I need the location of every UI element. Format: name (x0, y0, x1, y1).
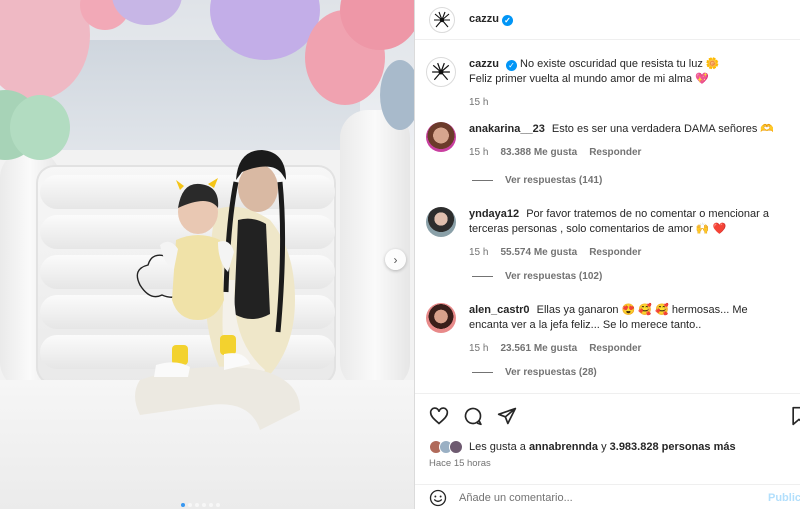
mother-and-baby-figure (135, 150, 300, 430)
comment-input[interactable] (459, 491, 749, 504)
likes-user[interactable]: annabrennda (529, 441, 598, 453)
commenter-avatar[interactable] (426, 122, 456, 152)
comment-username[interactable]: anakarina__23 (469, 123, 545, 135)
comment-likes[interactable]: 55.574 Me gusta (500, 245, 577, 260)
likes-count[interactable]: 3.983.828 personas más (610, 441, 736, 453)
view-replies-label[interactable]: Ver respuestas (102) (505, 271, 602, 282)
post-header: cazzu ✓ (415, 0, 800, 40)
chevron-right-icon: › (393, 252, 398, 267)
verified-badge-icon: ✓ (505, 60, 517, 71)
smiley-icon[interactable] (429, 489, 447, 507)
post-time-ago[interactable]: Hace 15 horas (429, 458, 491, 469)
carousel-next-button[interactable]: › (385, 249, 406, 270)
carousel-dot (209, 503, 213, 507)
liker-avatars (429, 440, 463, 454)
caption-line-1: No existe oscuridad que resista tu luz 🌼 (520, 58, 720, 70)
carousel-dot (216, 503, 220, 507)
author-username[interactable]: cazzu ✓ (469, 13, 513, 26)
spider-logo-icon (432, 62, 450, 81)
comment-username[interactable]: alen_castr0 (469, 304, 530, 316)
reply-button[interactable]: Responder (589, 245, 641, 260)
caption-line-2: Feliz primer vuelta al mundo amor de mi … (469, 73, 709, 85)
caption-author-avatar[interactable] (426, 57, 456, 87)
post-actions: Les gusta a annabrennda y 3.983.828 pers… (415, 393, 800, 509)
view-replies-button[interactable]: Ver respuestas (28) (472, 367, 597, 378)
commenter-avatar[interactable] (426, 303, 456, 333)
likes-summary[interactable]: Les gusta a annabrennda y 3.983.828 pers… (429, 440, 736, 454)
comment-time[interactable]: 15 h (469, 245, 488, 260)
comment-time[interactable]: 15 h (469, 145, 488, 160)
post-side-panel: cazzu ✓ cazzu ✓ No existe oscuridad que re… (414, 0, 800, 509)
balloon (10, 95, 70, 160)
comment-item: alen_castr0 Ellas ya ganaron 😍 🥰 🥰 hermo… (426, 303, 796, 356)
heart-icon[interactable] (429, 406, 449, 426)
comment-item: anakarina__23 Esto es ser una verdadera … (426, 122, 796, 160)
comment-time[interactable]: 15 h (469, 341, 488, 356)
bookmark-icon[interactable] (789, 406, 800, 426)
spider-logo-icon (434, 11, 450, 27)
view-replies-button[interactable]: Ver respuestas (102) (472, 271, 602, 282)
carousel-indicator (181, 503, 220, 507)
liker-avatar (449, 440, 463, 454)
divider-line (472, 180, 493, 181)
view-replies-button[interactable]: Ver respuestas (141) (472, 175, 602, 186)
caption-username[interactable]: cazzu (469, 58, 499, 70)
carousel-dot (188, 503, 192, 507)
view-replies-label[interactable]: Ver respuestas (141) (505, 175, 602, 186)
commenter-avatar[interactable] (426, 207, 456, 237)
comment-text: Esto es ser una verdadera DAMA señores 🫶 (551, 123, 775, 135)
carousel-dot (195, 503, 199, 507)
view-replies-label[interactable]: Ver respuestas (28) (505, 367, 597, 378)
comment-bubble-icon[interactable] (463, 406, 483, 426)
author-username-text[interactable]: cazzu (469, 13, 499, 25)
carousel-dot (181, 503, 185, 507)
likes-prefix: Les gusta a (469, 441, 526, 453)
carousel-dot (202, 503, 206, 507)
comment-username[interactable]: yndaya12 (469, 208, 519, 220)
balloon (380, 60, 414, 130)
reply-button[interactable]: Responder (589, 145, 641, 160)
comment-item: yndaya12 Por favor tratemos de no coment… (426, 207, 796, 260)
publish-button[interactable]: Publicar (768, 492, 800, 504)
comment-likes[interactable]: 23.561 Me gusta (500, 341, 577, 356)
paper-plane-icon[interactable] (497, 406, 517, 426)
caption-time[interactable]: 15 h (469, 95, 488, 110)
comments-list[interactable]: cazzu ✓ No existe oscuridad que resista t… (415, 41, 800, 393)
divider-line (472, 276, 493, 277)
divider-line (472, 372, 493, 373)
verified-badge-icon: ✓ (501, 15, 513, 26)
post-photo[interactable]: › (0, 0, 414, 509)
comment-likes[interactable]: 83.388 Me gusta (500, 145, 577, 160)
author-avatar[interactable] (429, 6, 455, 33)
add-comment-bar: Publicar (415, 484, 800, 509)
reply-button[interactable]: Responder (589, 341, 641, 356)
post-caption: cazzu ✓ No existe oscuridad que resista t… (426, 57, 720, 110)
likes-connector: y (601, 441, 607, 453)
